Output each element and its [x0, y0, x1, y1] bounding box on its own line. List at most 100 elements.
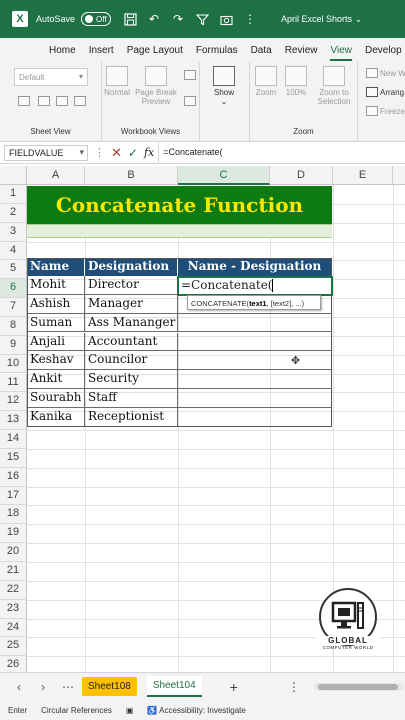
row-header-24[interactable]: 24: [0, 618, 27, 638]
new-view-icon[interactable]: [56, 96, 68, 106]
cell-name-designation[interactable]: [178, 389, 332, 408]
cell-designation[interactable]: Accountant: [85, 332, 178, 352]
custom-views-icon[interactable]: [184, 96, 196, 106]
prev-sheet-icon[interactable]: ‹: [14, 680, 24, 694]
undo-icon[interactable]: ↶: [145, 11, 163, 27]
row-header-9[interactable]: 9: [0, 335, 27, 355]
enter-icon[interactable]: ✓: [128, 146, 138, 160]
tab-insert[interactable]: Insert: [89, 45, 114, 56]
name-box[interactable]: FIELDVALUE: [4, 144, 88, 161]
redo-icon[interactable]: ↷: [169, 11, 187, 27]
row-header-11[interactable]: 11: [0, 373, 27, 393]
cell-designation[interactable]: Security: [85, 370, 178, 390]
cell-designation[interactable]: Staff: [85, 389, 178, 408]
row-header-22[interactable]: 22: [0, 580, 27, 600]
row-header-5[interactable]: 5: [0, 260, 27, 280]
function-tooltip[interactable]: CONCATENATE(text1, [text2], ...): [187, 295, 321, 310]
horizontal-scrollbar[interactable]: [313, 682, 404, 691]
save-icon[interactable]: [121, 11, 139, 27]
zoom-100-button[interactable]: 100%: [282, 66, 310, 97]
sheet-tab-sheet104[interactable]: Sheet104: [146, 676, 202, 697]
column-header-b[interactable]: B: [85, 166, 178, 185]
row-header-10[interactable]: 10: [0, 354, 27, 374]
row-header-17[interactable]: 17: [0, 486, 27, 506]
cell-name-designation[interactable]: [178, 313, 332, 333]
row-header-19[interactable]: 19: [0, 524, 27, 544]
row-header-1[interactable]: 1: [0, 185, 27, 204]
tab-developer[interactable]: Develop: [365, 45, 402, 56]
cell-designation[interactable]: Receptionist: [85, 407, 178, 427]
select-all-corner[interactable]: [0, 166, 27, 185]
row-header-20[interactable]: 20: [0, 543, 27, 562]
cell-designation[interactable]: Manager: [85, 294, 178, 314]
cell-name[interactable]: Kanika: [27, 407, 85, 427]
arrange-button[interactable]: Arrang: [380, 88, 404, 97]
page-layout-view-icon[interactable]: [184, 70, 196, 80]
row-header-6[interactable]: 6: [0, 279, 27, 299]
row-header-12[interactable]: 12: [0, 392, 27, 412]
column-header-c[interactable]: C: [178, 166, 270, 185]
row-header-23[interactable]: 23: [0, 599, 27, 619]
row-header-7[interactable]: 7: [0, 298, 27, 317]
circular-references[interactable]: Circular References: [41, 706, 112, 715]
tab-home[interactable]: Home: [49, 45, 76, 56]
next-sheet-icon[interactable]: ›: [38, 680, 48, 694]
cell-name[interactable]: Ashish: [27, 294, 85, 314]
tab-data[interactable]: Data: [251, 45, 272, 56]
row-header-2[interactable]: 2: [0, 203, 27, 223]
cell-name[interactable]: Sourabh: [27, 389, 85, 408]
more-icon[interactable]: ⋮: [241, 11, 259, 27]
row-header-8[interactable]: 8: [0, 316, 27, 336]
row-header-18[interactable]: 18: [0, 505, 27, 525]
cell-designation[interactable]: Councilor: [85, 351, 178, 371]
autosave-toggle[interactable]: Off: [81, 12, 112, 26]
cancel-icon[interactable]: ✕: [111, 145, 122, 161]
tab-formulas[interactable]: Formulas: [196, 45, 238, 56]
cell-name[interactable]: Keshav: [27, 351, 85, 371]
tab-view[interactable]: View: [330, 45, 352, 61]
row-header-13[interactable]: 13: [0, 411, 27, 431]
row-header-15[interactable]: 15: [0, 448, 27, 468]
cell-name-designation[interactable]: [178, 332, 332, 352]
more-sheets-icon[interactable]: ⋯: [62, 680, 74, 694]
row-header-14[interactable]: 14: [0, 430, 27, 449]
tab-page-layout[interactable]: Page Layout: [127, 45, 183, 56]
tab-review[interactable]: Review: [285, 45, 318, 56]
row-header-21[interactable]: 21: [0, 562, 27, 581]
cell-name-designation[interactable]: [178, 370, 332, 390]
row-header-4[interactable]: 4: [0, 241, 27, 261]
zoom-button[interactable]: Zoom: [252, 66, 280, 97]
cell-name[interactable]: Mohit: [27, 276, 85, 295]
cell-name[interactable]: Ankit: [27, 370, 85, 390]
file-name[interactable]: April Excel Shorts ⌄: [281, 14, 362, 25]
row-header-3[interactable]: 3: [0, 222, 27, 242]
sheet-tab-sheet108[interactable]: Sheet108: [82, 677, 137, 696]
show-button[interactable]: Show ⌄: [206, 66, 242, 106]
worksheet-grid[interactable]: A B C D E 1 2 3 4 5 6 7 8 9 10 11 12 13 14 15 16 17 18 19 2…: [0, 164, 405, 672]
macro-record-icon[interactable]: ▣: [126, 706, 134, 715]
cell-designation[interactable]: Director: [85, 276, 178, 295]
cell-name-designation[interactable]: [178, 407, 332, 427]
row-header-26[interactable]: 26: [0, 656, 27, 672]
cell-name[interactable]: Anjali: [27, 332, 85, 352]
column-header-e[interactable]: E: [333, 166, 393, 185]
cell-name[interactable]: Suman: [27, 313, 85, 333]
column-header-f[interactable]: [393, 166, 405, 185]
column-header-d[interactable]: D: [270, 166, 333, 185]
active-cell-c6[interactable]: =Concatenate(: [177, 276, 333, 296]
new-window-button[interactable]: New W: [380, 69, 405, 78]
sheet-options-icon[interactable]: ⋮: [288, 680, 300, 694]
row-header-16[interactable]: 16: [0, 467, 27, 487]
add-sheet-icon[interactable]: +: [230, 679, 238, 695]
keep-view-icon[interactable]: [18, 96, 30, 106]
camera-icon[interactable]: [217, 11, 235, 27]
normal-view-button[interactable]: Normal: [102, 66, 132, 97]
zoom-to-selection-button[interactable]: Zoom to Selection: [312, 66, 356, 106]
cell-name-designation[interactable]: [178, 351, 332, 371]
insert-function-icon[interactable]: fx: [144, 146, 154, 159]
options-view-icon[interactable]: [74, 96, 86, 106]
scrollbar-thumb[interactable]: [317, 683, 398, 690]
exit-view-icon[interactable]: [38, 96, 50, 106]
sheet-view-dropdown[interactable]: Default: [14, 68, 88, 86]
formula-bar-options-icon[interactable]: ⋮: [94, 146, 105, 159]
